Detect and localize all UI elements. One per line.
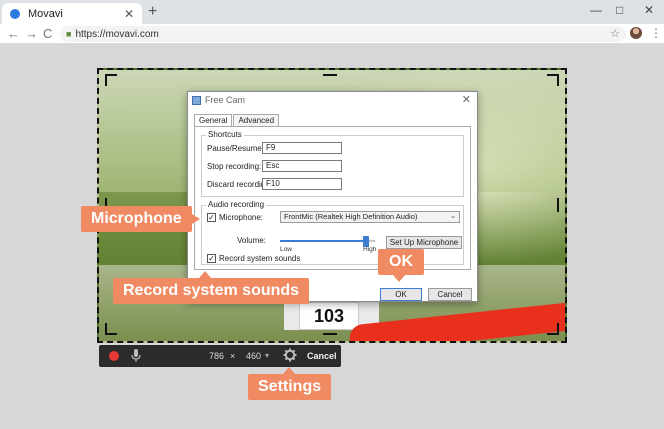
- dialog-tabs: General Advanced: [194, 114, 280, 126]
- microphone-select-value: FrontMic (Realtek High Definition Audio): [284, 212, 418, 221]
- maximize-button[interactable]: □: [616, 2, 623, 18]
- times-symbol: ×: [230, 351, 236, 361]
- record-button[interactable]: [109, 351, 119, 361]
- set-up-microphone-button[interactable]: Set Up Microphone: [386, 236, 462, 249]
- audio-group-title: Audio recording: [206, 200, 267, 209]
- microphone-callout-text: Microphone: [91, 210, 182, 227]
- movavi-favicon-icon: [10, 8, 20, 19]
- discard-recording-field[interactable]: F10: [262, 178, 342, 190]
- tab-close-icon[interactable]: ✕: [124, 7, 134, 21]
- audio-recording-group: Audio recording ✓ Microphone: FrontMic (…: [201, 200, 464, 265]
- microphone-callout: Microphone: [81, 206, 200, 232]
- callout-arrow-icon: [283, 367, 295, 374]
- record-system-sounds-callout-text: Record system sounds: [123, 282, 300, 299]
- ok-callout: OK: [378, 249, 424, 282]
- callout-arrow-icon: [191, 214, 200, 224]
- width-value[interactable]: 786: [209, 349, 224, 363]
- edge-handle-right[interactable]: [557, 198, 559, 212]
- volume-slider-fill: [280, 240, 366, 242]
- forward-button[interactable]: →: [25, 26, 38, 41]
- dialog-close-button[interactable]: ✕: [462, 93, 471, 106]
- edge-handle-top[interactable]: [323, 74, 337, 76]
- address-bar[interactable]: ■ https://movavi.com ☆: [60, 26, 626, 42]
- microphone-checkbox[interactable]: ✓: [207, 213, 216, 222]
- tab-title: Movavi: [28, 7, 63, 20]
- pause-resume-field[interactable]: F9: [262, 142, 342, 154]
- corner-handle-bottom-right[interactable]: [547, 323, 559, 335]
- corner-handle-top-right[interactable]: [547, 74, 559, 86]
- volume-low-label: Low: [280, 246, 292, 253]
- volume-high-label: High: [363, 246, 377, 253]
- browser-menu-icon[interactable]: ⋮: [650, 26, 662, 41]
- reload-button[interactable]: C: [43, 26, 52, 41]
- edge-handle-bottom[interactable]: [323, 333, 337, 335]
- new-tab-button[interactable]: +: [148, 4, 157, 20]
- dialog-titlebar: Free Cam ✕: [188, 92, 477, 108]
- settings-callout: Settings: [248, 367, 332, 400]
- microphone-select[interactable]: FrontMic (Realtek High Definition Audio)…: [280, 211, 460, 223]
- corner-handle-top-left[interactable]: [105, 74, 117, 86]
- record-system-sounds-callout: Record system sounds: [113, 271, 310, 304]
- url-text: https://movavi.com: [75, 28, 159, 40]
- back-button[interactable]: ←: [7, 26, 20, 41]
- size-dropdown-icon[interactable]: ▾: [265, 349, 269, 363]
- profile-avatar[interactable]: [630, 27, 642, 39]
- tab-advanced[interactable]: Advanced: [233, 114, 280, 126]
- tab-general[interactable]: General: [194, 114, 233, 126]
- browser-toolbar: ← → C ■ https://movavi.com ☆ ⋮: [0, 24, 664, 44]
- stop-recording-field[interactable]: Esc: [262, 160, 342, 172]
- race-bib: 103: [299, 302, 359, 330]
- callout-arrow-icon: [199, 271, 211, 278]
- general-tab-panel: Shortcuts Pause/Resume: F9 Stop recordin…: [194, 126, 471, 270]
- record-system-sounds-checkbox[interactable]: ✓: [207, 254, 216, 263]
- settings-dialog: Free Cam ✕ General Advanced Shortcuts Pa…: [187, 91, 478, 302]
- toolbar-cancel-button[interactable]: Cancel: [307, 349, 337, 363]
- stop-recording-label: Stop recording:: [207, 162, 262, 171]
- recording-toolbar: 786 × 460 ▾ Cancel: [99, 345, 341, 367]
- microphone-label: Microphone:: [219, 213, 264, 222]
- shortcuts-group: Shortcuts Pause/Resume: F9 Stop recordin…: [201, 130, 464, 197]
- callout-arrow-icon: [393, 275, 405, 282]
- app-icon: [192, 95, 201, 105]
- cancel-button[interactable]: Cancel: [428, 288, 472, 301]
- pause-resume-label: Pause/Resume:: [207, 144, 264, 153]
- ok-callout-text: OK: [389, 253, 413, 270]
- volume-label: Volume:: [237, 236, 266, 245]
- chevron-down-icon: ⌄: [450, 213, 456, 220]
- settings-gear-icon[interactable]: [283, 348, 297, 362]
- lock-icon: ■: [66, 29, 72, 39]
- corner-handle-bottom-left[interactable]: [105, 323, 117, 335]
- close-window-button[interactable]: ✕: [644, 2, 654, 18]
- minimize-button[interactable]: —: [590, 2, 602, 18]
- microphone-icon[interactable]: [131, 349, 141, 363]
- ok-button[interactable]: OK: [380, 288, 422, 301]
- shortcuts-group-title: Shortcuts: [206, 130, 244, 139]
- browser-tabstrip: Movavi ✕ + — □ ✕: [0, 0, 664, 24]
- height-value[interactable]: 460: [246, 349, 261, 363]
- browser-tab[interactable]: Movavi ✕: [2, 3, 142, 24]
- dialog-title: Free Cam: [205, 95, 246, 105]
- settings-callout-text: Settings: [258, 378, 322, 395]
- bookmark-star-icon[interactable]: ☆: [610, 26, 620, 42]
- record-system-sounds-label: Record system sounds: [219, 254, 301, 263]
